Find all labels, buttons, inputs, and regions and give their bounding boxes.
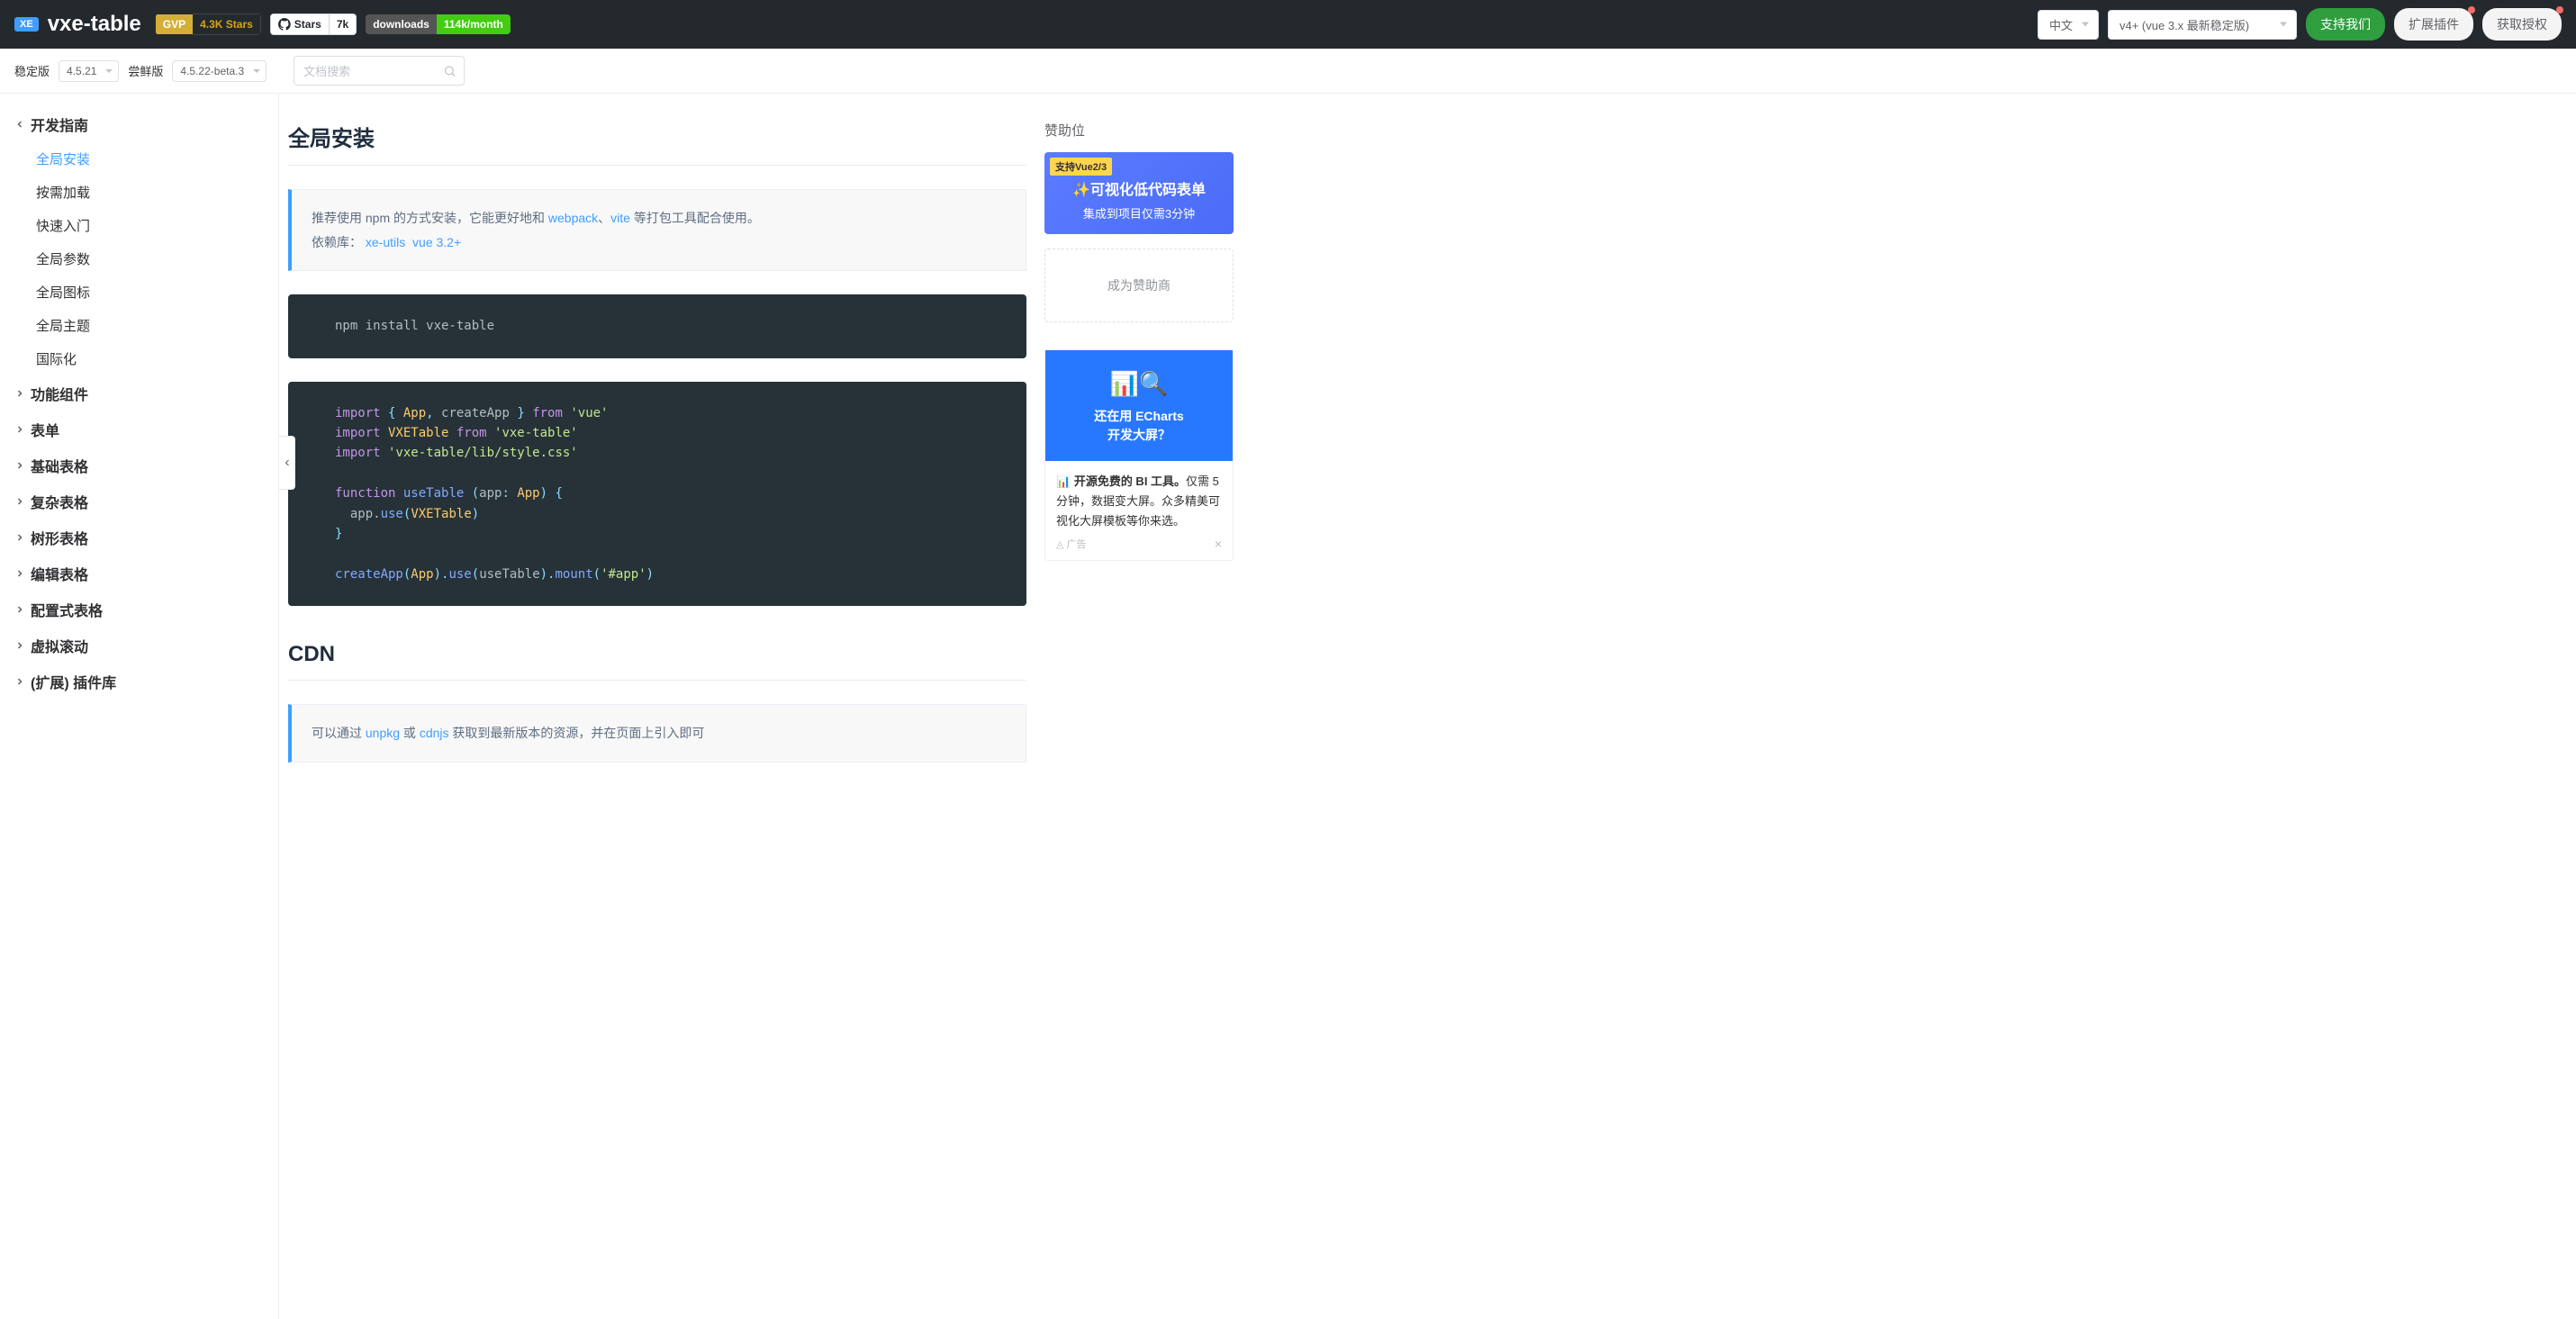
tip-box-cdn: 可以通过 unpkg 或 cdnjs 获取到最新版本的资源，并在页面上引入即可: [288, 704, 1026, 763]
version-select[interactable]: v4+ (vue 3.x 最新稳定版): [2108, 10, 2297, 40]
beta-label: 尝鲜版: [128, 62, 163, 79]
chevron-left-icon: [282, 457, 293, 468]
link-unpkg[interactable]: unpkg: [366, 726, 400, 740]
stable-select[interactable]: 4.5.21: [59, 60, 119, 82]
sidebar-item[interactable]: 国际化: [25, 342, 278, 375]
sponsor-tag: 支持Vue2/3: [1050, 158, 1112, 176]
menu-group[interactable]: 表单: [0, 411, 278, 447]
notification-dot-icon: [2556, 6, 2563, 14]
link-vue[interactable]: vue 3.2+: [412, 235, 461, 249]
plugin-button[interactable]: 扩展插件: [2394, 8, 2473, 41]
brand[interactable]: vxe-table: [48, 12, 141, 37]
chevron-right-icon: [14, 460, 25, 471]
code-block-npm: npm install vxe-table: [288, 294, 1026, 357]
chevron-right-icon: [14, 496, 25, 507]
chevron-right-icon: [14, 388, 25, 399]
menu-group-guide[interactable]: 开发指南: [0, 106, 278, 142]
link-xeutils[interactable]: xe-utils: [366, 235, 405, 249]
link-cdnjs[interactable]: cdnjs: [420, 726, 449, 740]
page-title: 全局安装: [288, 121, 1026, 166]
gvp-badge[interactable]: GVP4.3K Stars: [156, 14, 261, 35]
menu-group[interactable]: 编辑表格: [0, 556, 278, 592]
link-webpack[interactable]: webpack: [548, 211, 598, 225]
stable-label: 稳定版: [14, 62, 50, 79]
aside-title: 赞助位: [1044, 121, 1234, 140]
sidebar-item[interactable]: 全局主题: [25, 309, 278, 342]
menu-group[interactable]: 树形表格: [0, 519, 278, 556]
search-input[interactable]: 文档搜索: [294, 56, 465, 86]
sidebar: 开发指南 全局安装按需加载快速入门全局参数全局图标全局主题国际化 功能组件表单基…: [0, 94, 279, 1319]
lang-select[interactable]: 中文: [2038, 10, 2099, 40]
sidebar-collapse-button[interactable]: [279, 436, 295, 490]
become-sponsor-button[interactable]: 成为赞助商: [1044, 248, 1234, 322]
sidebar-item[interactable]: 全局安装: [25, 142, 278, 176]
chart-icon: 📊🔍: [1054, 366, 1224, 402]
chevron-down-icon: [14, 119, 25, 130]
sponsor-card[interactable]: 支持Vue2/3 ✨可视化低代码表单 集成到项目仅需3分钟: [1044, 152, 1234, 234]
section-cdn: CDN: [288, 642, 1026, 681]
link-vite[interactable]: vite: [610, 211, 630, 225]
auth-button[interactable]: 获取授权: [2482, 8, 2562, 41]
menu-group[interactable]: 复杂表格: [0, 483, 278, 519]
ad-card[interactable]: 📊🔍 还在用 ECharts 开发大屏？ 📊 开源免费的 BI 工具。仅需 5 …: [1044, 349, 1234, 561]
chevron-right-icon: [14, 568, 25, 579]
chevron-right-icon: [14, 604, 25, 615]
sidebar-item[interactable]: 快速入门: [25, 209, 278, 242]
chevron-right-icon: [14, 640, 25, 651]
menu-group[interactable]: (扩展) 插件库: [0, 664, 278, 700]
tip-box: 推荐使用 npm 的方式安装，它能更好地和 webpack、vite 等打包工具…: [288, 189, 1026, 271]
sidebar-item[interactable]: 全局参数: [25, 242, 278, 276]
sidebar-item[interactable]: 按需加载: [25, 176, 278, 209]
github-badge[interactable]: Stars7k: [270, 14, 357, 35]
menu-group[interactable]: 配置式表格: [0, 592, 278, 628]
menu-group[interactable]: 虚拟滚动: [0, 628, 278, 664]
chevron-right-icon: [14, 532, 25, 543]
code-block-import: import { App, createApp } from 'vue' imp…: [288, 382, 1026, 607]
menu-group[interactable]: 基础表格: [0, 447, 278, 483]
chevron-right-icon: [14, 424, 25, 435]
sidebar-item[interactable]: 全局图标: [25, 276, 278, 309]
chevron-right-icon: [14, 676, 25, 687]
menu-group[interactable]: 功能组件: [0, 375, 278, 411]
support-button[interactable]: 支持我们: [2306, 8, 2385, 41]
logo-icon: XE: [14, 17, 39, 32]
downloads-badge[interactable]: downloads114k/month: [366, 14, 511, 34]
close-ad-button[interactable]: ×: [1215, 537, 1222, 551]
search-icon: [443, 64, 456, 77]
notification-dot-icon: [2468, 6, 2475, 14]
beta-select[interactable]: 4.5.22-beta.3: [172, 60, 267, 82]
